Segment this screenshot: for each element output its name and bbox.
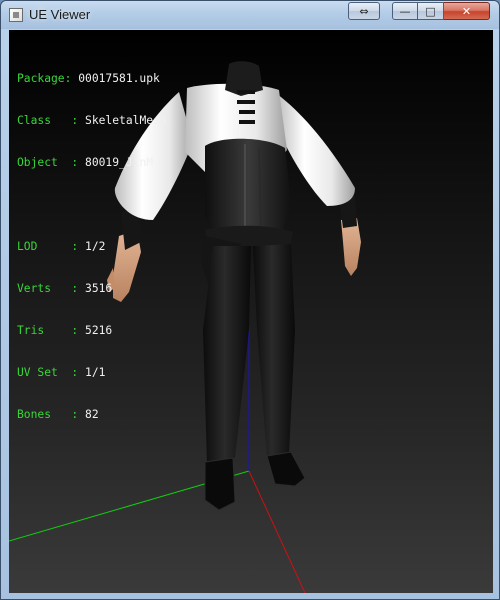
info-label: Object xyxy=(17,156,58,169)
info-separator: : xyxy=(57,366,86,379)
minimize-button[interactable]: — xyxy=(392,2,418,20)
info-value: 5216 xyxy=(85,324,113,337)
app-icon[interactable] xyxy=(9,8,23,22)
info-separator: : xyxy=(37,240,86,253)
window-title: UE Viewer xyxy=(29,7,91,22)
info-value: 1/1 xyxy=(85,366,106,379)
info-row-class: Class : SkeletalMesh xyxy=(17,114,167,128)
info-label: UV Set xyxy=(17,366,58,379)
info-separator: : xyxy=(51,282,86,295)
info-separator: : xyxy=(57,156,86,169)
mesh-info-panel: Package: 00017581.upk Class : SkeletalMe… xyxy=(17,44,167,450)
info-label: LOD xyxy=(17,240,38,253)
info-row-uvset: UV Set : 1/1 xyxy=(17,366,167,380)
info-separator: : xyxy=(44,324,86,337)
swap-button[interactable]: ⇔ xyxy=(348,2,380,20)
info-row-verts: Verts : 3516 xyxy=(17,282,167,296)
info-value: 3516 xyxy=(85,282,113,295)
info-row-tris: Tris : 5216 xyxy=(17,324,167,338)
info-value: 1/2 xyxy=(85,240,106,253)
info-separator: : xyxy=(51,114,86,127)
info-value: 82 xyxy=(85,408,99,421)
info-row-bones: Bones : 82 xyxy=(17,408,167,422)
info-value: SkeletalMesh xyxy=(85,114,167,127)
info-label: Class xyxy=(17,114,52,127)
info-separator: : xyxy=(64,72,79,85)
info-label: Tris xyxy=(17,324,45,337)
info-value: 00017581.upk xyxy=(78,72,160,85)
info-row-object: Object : 80019_JinM xyxy=(17,156,167,170)
info-separator: : xyxy=(51,408,86,421)
close-button[interactable]: ✕ xyxy=(444,2,490,20)
info-label: Verts xyxy=(17,282,52,295)
3d-viewport[interactable]: Package: 00017581.upk Class : SkeletalMe… xyxy=(9,30,493,593)
info-value: 80019_JinM xyxy=(85,156,154,169)
app-window: UE Viewer ⇔ — □ ✕ Package: 00017581.upk … xyxy=(0,0,500,600)
info-label: Package xyxy=(17,72,65,85)
info-row-package: Package: 00017581.upk xyxy=(17,72,167,86)
info-row-lod: LOD : 1/2 xyxy=(17,240,167,254)
maximize-button[interactable]: □ xyxy=(418,2,444,20)
title-bar[interactable]: UE Viewer ⇔ — □ ✕ xyxy=(1,1,499,29)
info-label: Bones xyxy=(17,408,52,421)
axis-x-line xyxy=(248,470,306,593)
